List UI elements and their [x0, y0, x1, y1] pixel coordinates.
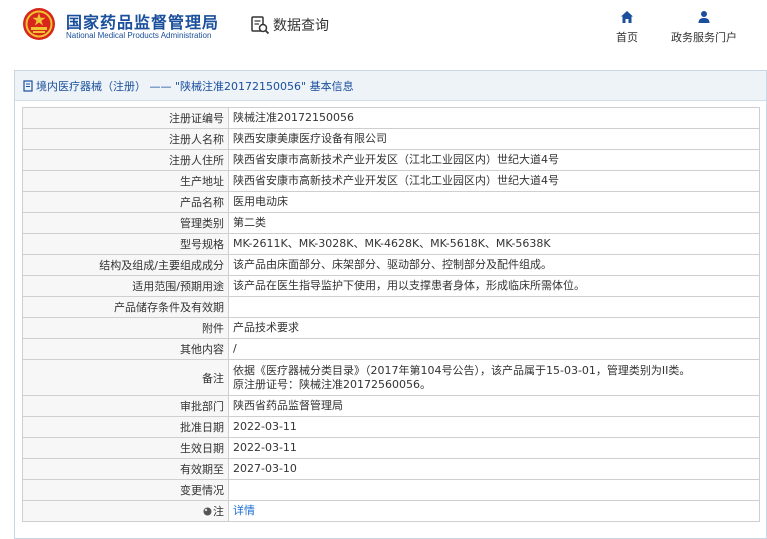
- field-value: MK-2611K、MK-3028K、MK-4628K、MK-5618K、MK-5…: [228, 233, 760, 255]
- data-query-label: 数据查询: [273, 18, 329, 34]
- field-value: 产品技术要求: [228, 317, 760, 339]
- table-row: 批准日期 2022-03-11: [22, 416, 760, 438]
- national-emblem-icon: [23, 8, 55, 40]
- table-row: 变更情况: [22, 479, 760, 501]
- field-value: [228, 479, 760, 501]
- data-query-link[interactable]: 数据查询: [250, 14, 329, 36]
- field-value: 陕西省安康市高新技术产业开发区（江北工业园区内）世纪大道4号: [228, 170, 760, 192]
- field-label: 适用范围/预期用途: [22, 275, 229, 297]
- table-row: 注册人住所 陕西省安康市高新技术产业开发区（江北工业园区内）世纪大道4号: [22, 149, 760, 171]
- field-value: 依据《医疗器械分类目录》（2017年第104号公告），该产品属于15-03-01…: [228, 359, 760, 396]
- nav-user-label: 政务服务门户: [671, 31, 737, 44]
- field-label: 产品名称: [22, 191, 229, 213]
- home-icon: [621, 11, 633, 23]
- field-label: 备注: [22, 359, 229, 396]
- table-row: 型号规格 MK-2611K、MK-3028K、MK-4628K、MK-5618K…: [22, 233, 760, 255]
- field-value: /: [228, 338, 760, 360]
- table-row: 管理类别 第二类: [22, 212, 760, 234]
- field-value: 2022-03-11: [228, 437, 760, 459]
- field-label: 生产地址: [22, 170, 229, 192]
- table-row: 注册人名称 陕西安康美康医疗设备有限公司: [22, 128, 760, 150]
- table-row: 注册证编号 陕械注准20172150056: [22, 107, 760, 129]
- field-label: 注册人名称: [22, 128, 229, 150]
- field-value: 详情: [228, 500, 760, 522]
- field-value: 2022-03-11: [228, 416, 760, 438]
- field-label: 型号规格: [22, 233, 229, 255]
- field-value: 医用电动床: [228, 191, 760, 213]
- table-row: 其他内容 /: [22, 338, 760, 360]
- brand-subtitle: National Medical Products Administration: [66, 31, 212, 40]
- field-value: 陕西省安康市高新技术产业开发区（江北工业园区内）世纪大道4号: [228, 149, 760, 171]
- field-value: 2027-03-10: [228, 458, 760, 480]
- document-icon: [23, 79, 33, 92]
- field-label: 产品储存条件及有效期: [22, 296, 229, 318]
- field-label: 有效期至: [22, 458, 229, 480]
- field-value: [228, 296, 760, 318]
- field-label: 其他内容: [22, 338, 229, 360]
- field-value: 第二类: [228, 212, 760, 234]
- field-label: 结构及组成/主要组成成分: [22, 254, 229, 276]
- field-value: 陕西省药品监督管理局: [228, 395, 760, 417]
- site-header: 国家药品监督管理局 National Medical Products Admi…: [0, 0, 767, 60]
- field-label: 管理类别: [22, 212, 229, 234]
- table-row: 审批部门 陕西省药品监督管理局: [22, 395, 760, 417]
- table-row: 生效日期 2022-03-11: [22, 437, 760, 459]
- field-label: 批准日期: [22, 416, 229, 438]
- field-value: 陕械注准20172150056: [228, 107, 760, 129]
- field-value: 该产品在医生指导监护下使用，用以支撑患者身体，形成临床所需体位。: [228, 275, 760, 297]
- note-label: 注: [213, 505, 224, 518]
- breadcrumb: 境内医疗器械（注册） —— "陕械注准20172150056" 基本信息: [15, 71, 766, 101]
- field-value: 该产品由床面部分、床架部分、驱动部分、控制部分及配件组成。: [228, 254, 760, 276]
- note-icon: [203, 507, 212, 516]
- data-query-icon: [251, 16, 270, 35]
- nav-home[interactable]: 首页: [612, 10, 642, 45]
- record-table: 注册证编号 陕械注准20172150056 注册人名称 陕西安康美康医疗设备有限…: [22, 107, 760, 522]
- table-row: 附件 产品技术要求: [22, 317, 760, 339]
- user-icon: [698, 11, 710, 23]
- field-value: 陕西安康美康医疗设备有限公司: [228, 128, 760, 150]
- field-label: 注册人住所: [22, 149, 229, 171]
- detail-panel: 境内医疗器械（注册） —— "陕械注准20172150056" 基本信息 注册证…: [14, 70, 767, 539]
- table-row: 适用范围/预期用途 该产品在医生指导监护下使用，用以支撑患者身体，形成临床所需体…: [22, 275, 760, 297]
- table-row: 备注 依据《医疗器械分类目录》（2017年第104号公告），该产品属于15-03…: [22, 359, 760, 396]
- field-label: 附件: [22, 317, 229, 339]
- details-link[interactable]: 详情: [233, 504, 255, 517]
- field-label: 注: [22, 500, 229, 522]
- remark-line-1: 依据《医疗器械分类目录》（2017年第104号公告），该产品属于15-03-01…: [233, 363, 691, 377]
- table-row: 有效期至 2027-03-10: [22, 458, 760, 480]
- brand-title: 国家药品监督管理局: [66, 13, 220, 32]
- nav-home-label: 首页: [616, 31, 638, 44]
- field-label: 审批部门: [22, 395, 229, 417]
- field-label: 变更情况: [22, 479, 229, 501]
- remark-line-2: 原注册证号：陕械注准20172560056。: [233, 377, 431, 391]
- table-row: 结构及组成/主要组成成分 该产品由床面部分、床架部分、驱动部分、控制部分及配件组…: [22, 254, 760, 276]
- table-row: 注 详情: [22, 500, 760, 522]
- table-row: 产品名称 医用电动床: [22, 191, 760, 213]
- breadcrumb-text: 境内医疗器械（注册） —— "陕械注准20172150056" 基本信息: [36, 79, 354, 93]
- table-row: 产品储存条件及有效期: [22, 296, 760, 318]
- nav-service-portal[interactable]: 政务服务门户: [664, 10, 744, 45]
- table-row: 生产地址 陕西省安康市高新技术产业开发区（江北工业园区内）世纪大道4号: [22, 170, 760, 192]
- field-label: 注册证编号: [22, 107, 229, 129]
- field-label: 生效日期: [22, 437, 229, 459]
